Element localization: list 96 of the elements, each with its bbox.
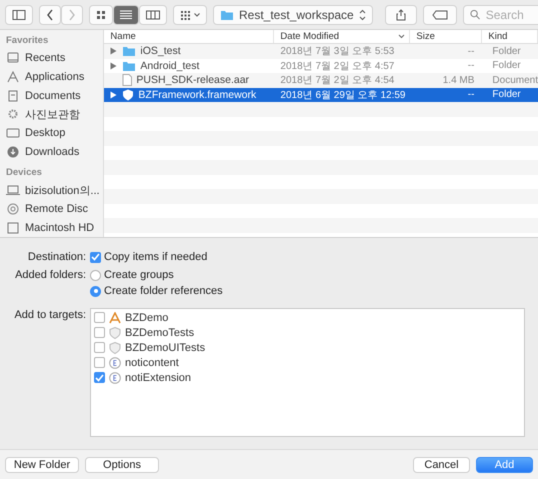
- extension-icon: [109, 372, 121, 384]
- back-button[interactable]: [39, 4, 61, 24]
- search-bar[interactable]: Search: [462, 4, 538, 24]
- grid-icon: [96, 10, 106, 20]
- checkbox-label: Copy items if needed: [104, 250, 208, 264]
- sidebar-item[interactable]: Documents: [25, 90, 81, 102]
- size-cell-text: 1.4 MB: [442, 74, 476, 86]
- footer-button[interactable]: New Folder: [5, 456, 79, 472]
- arrange-button[interactable]: [173, 4, 207, 24]
- share-icon: [396, 8, 406, 20]
- sidebar-item[interactable]: Macintosh HD: [25, 222, 94, 234]
- search-icon: [470, 9, 480, 20]
- location-popup[interactable]: Rest_test_workspace: [213, 4, 373, 24]
- sort-chevron-icon: [398, 34, 406, 39]
- sidebar-item[interactable]: Downloads: [25, 146, 80, 158]
- hard-drive-icon: [6, 222, 20, 234]
- chevron-right-icon: [68, 8, 76, 20]
- targets-label: Add to targets:: [13, 308, 86, 322]
- size-cell-text: --: [466, 46, 476, 57]
- date-cell-text: 2018년 7월 2일 오후 4:57: [279, 60, 396, 73]
- laptop-icon: [6, 184, 20, 196]
- file-row[interactable]: PUSH_SDK-release.aar 2018년 7월 2일 오후 4:54 1.4 MB Document: [104, 73, 538, 88]
- date-cell-text: 2018년 6월 29일 오후 12:59: [279, 88, 406, 102]
- date-cell-text: 2018년 7월 2일 오후 4:54: [279, 74, 396, 88]
- file-name: iOS_test: [140, 45, 181, 58]
- file-name: PUSH_SDK-release.aar: [136, 74, 250, 86]
- radio-label: Create folder references: [104, 284, 223, 298]
- documents-icon: [6, 90, 20, 102]
- sidebar-item[interactable]: Recents: [25, 52, 66, 64]
- arrange-grid-icon: [180, 10, 191, 20]
- radio-button[interactable]: [90, 286, 101, 296]
- kind-cell-text: Document: [491, 74, 538, 86]
- view-mode-button[interactable]: [113, 4, 139, 24]
- app-icon: [109, 312, 121, 324]
- checkbox[interactable]: [94, 372, 105, 383]
- view-mode-button[interactable]: [139, 4, 167, 24]
- size-cell-text: --: [466, 60, 476, 72]
- radio-label: Create groups: [104, 268, 174, 282]
- sidebar-section-title: Devices: [6, 167, 43, 178]
- sidebar-item[interactable]: Remote Disc: [25, 203, 88, 216]
- date-cell-text: 2018년 7월 3일 오후 5:53: [279, 45, 396, 58]
- added-folders-label: Added folders:: [14, 268, 86, 282]
- destination-label: Destination:: [26, 250, 86, 264]
- kind-cell-text: Folder: [491, 89, 522, 100]
- search-input[interactable]: Search: [484, 6, 538, 22]
- tag-button[interactable]: [422, 4, 457, 24]
- size-cell-text: --: [466, 89, 476, 100]
- column-header[interactable]: Name: [104, 30, 274, 43]
- sidebar-item[interactable]: bizisolution의...: [25, 182, 100, 198]
- checkbox[interactable]: [90, 252, 101, 262]
- sidebar-item[interactable]: Desktop: [25, 127, 66, 140]
- updown-caret-icon: [358, 8, 366, 20]
- target-name: BZDemoTests: [125, 326, 194, 338]
- target-name: BZDemo: [125, 312, 168, 324]
- document-icon: [122, 74, 132, 86]
- share-button[interactable]: [384, 4, 417, 24]
- file-name: BZFramework.framework: [138, 88, 256, 101]
- checkbox[interactable]: [94, 342, 105, 353]
- checkbox[interactable]: [94, 357, 105, 368]
- list-icon: [120, 10, 132, 20]
- shield-icon: [109, 342, 121, 354]
- applications-icon: [6, 71, 20, 83]
- shield-icon: [109, 326, 121, 338]
- folder-icon: [220, 8, 234, 20]
- column-header[interactable]: Size: [410, 30, 482, 43]
- checkbox[interactable]: [94, 312, 105, 323]
- view-mode-button[interactable]: [89, 4, 113, 24]
- desktop-icon: [6, 127, 20, 140]
- target-name: notiExtension: [125, 372, 192, 384]
- sidebar-item[interactable]: Applications: [25, 71, 84, 83]
- sidebar-icon: [12, 8, 26, 20]
- disc-icon: [6, 203, 20, 216]
- tag-icon: [432, 10, 448, 20]
- file-row[interactable]: iOS_test 2018년 7월 3일 오후 5:53 -- Folder: [104, 44, 538, 58]
- kind-cell-text: Folder: [491, 46, 522, 57]
- target-name: BZDemoUITests: [125, 342, 206, 354]
- file-name: Android_test: [140, 60, 200, 72]
- kind-cell-text: Folder: [491, 60, 522, 72]
- sidebar-section-title: Favorites: [6, 35, 50, 46]
- footer-button[interactable]: Cancel: [413, 456, 470, 472]
- download-icon: [6, 146, 20, 158]
- footer-button[interactable]: Options: [85, 456, 159, 472]
- sidebar-item[interactable]: 사진보관함: [25, 106, 80, 122]
- sidebar-toggle-button[interactable]: [5, 4, 33, 24]
- columns-icon: [146, 10, 160, 20]
- radio-button[interactable]: [90, 270, 101, 280]
- caret-icon: [194, 12, 200, 16]
- extension-icon: [109, 356, 121, 368]
- target-name: noticontent: [125, 356, 179, 368]
- disclosure-triangle-icon: [110, 90, 118, 99]
- column-header[interactable]: Date Modified: [274, 30, 410, 43]
- checkbox[interactable]: [94, 327, 105, 338]
- column-header[interactable]: Kind: [482, 30, 538, 43]
- chevron-left-icon: [46, 8, 54, 20]
- file-row[interactable]: BZFramework.framework 2018년 6월 29일 오후 12:59 -- Folder: [104, 88, 538, 102]
- shield-icon: [122, 88, 134, 101]
